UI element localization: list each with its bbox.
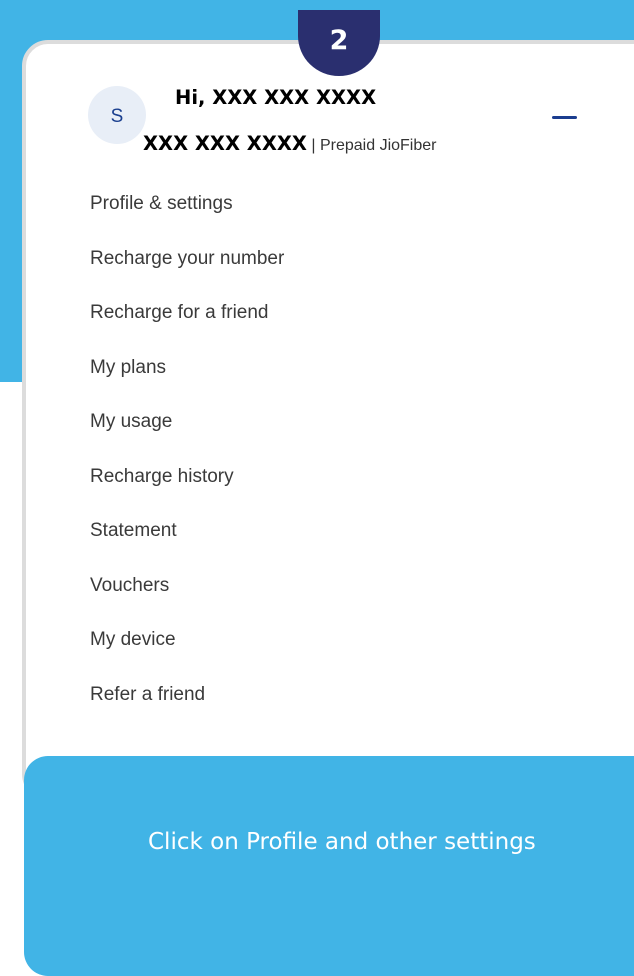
account-type-label: | Prepaid JioFiber: [306, 137, 437, 154]
minus-icon[interactable]: [552, 116, 577, 119]
menu-item-my-usage[interactable]: My usage: [90, 411, 284, 466]
menu-item-recharge-your-number[interactable]: Recharge your number: [90, 248, 284, 303]
account-info: XXX XXX XXXX | Prepaid JioFiber: [143, 132, 436, 155]
menu-item-my-device[interactable]: My device: [90, 629, 284, 684]
instruction-text: Click on Profile and other settings: [148, 829, 536, 855]
menu-item-vouchers[interactable]: Vouchers: [90, 575, 284, 630]
instruction-callout: [24, 756, 634, 976]
account-number: XXX XXX XXXX: [143, 132, 307, 155]
greeting-text: Hi, XXX XXX XXXX: [175, 86, 377, 109]
menu-item-my-plans[interactable]: My plans: [90, 357, 284, 412]
menu-item-statement[interactable]: Statement: [90, 520, 284, 575]
account-menu: Profile & settings Recharge your number …: [90, 193, 284, 738]
menu-item-recharge-for-a-friend[interactable]: Recharge for a friend: [90, 302, 284, 357]
menu-item-refer-a-friend[interactable]: Refer a friend: [90, 684, 284, 739]
menu-item-recharge-history[interactable]: Recharge history: [90, 466, 284, 521]
avatar[interactable]: S: [88, 86, 146, 144]
menu-item-profile-settings[interactable]: Profile & settings: [90, 193, 284, 248]
